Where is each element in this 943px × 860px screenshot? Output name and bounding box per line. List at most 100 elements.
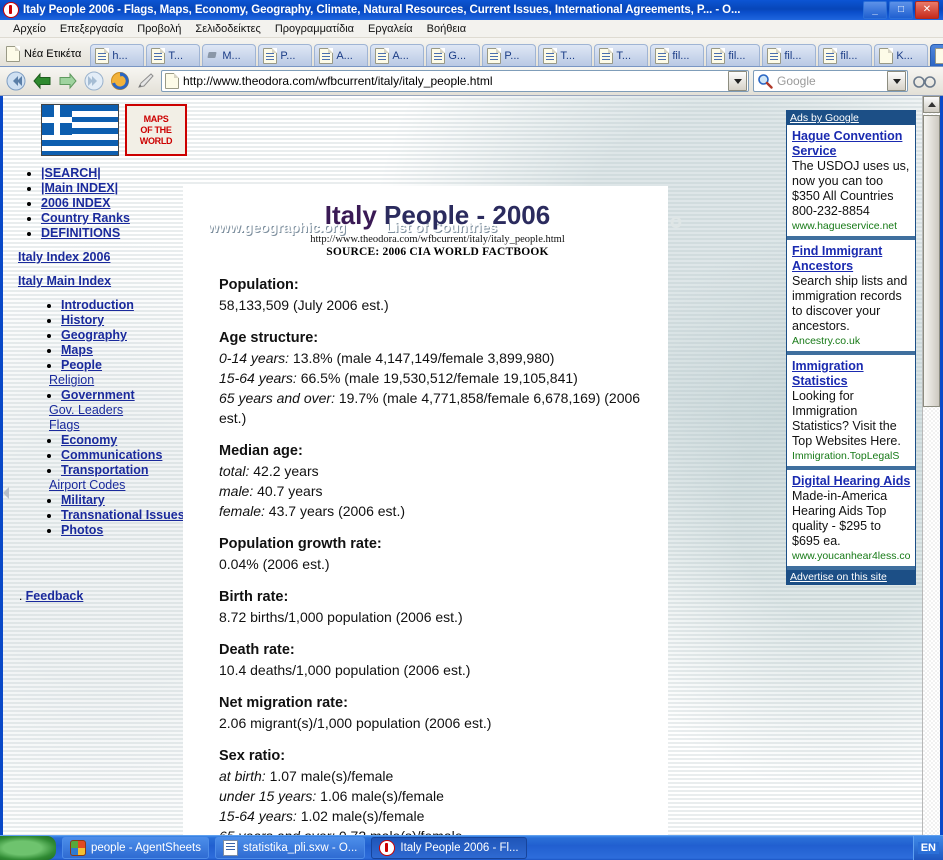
page-title: Italy People - 2006	[219, 200, 656, 231]
sidebar-link-italy-index-2006[interactable]: Italy Index 2006	[18, 250, 110, 264]
fact-population: Population: 58,133,509 (July 2006 est.)	[219, 276, 656, 315]
tab-5[interactable]: A...	[370, 44, 425, 66]
list-item: Gov. Leaders	[49, 403, 198, 417]
sidebar-link-transnational-issues[interactable]: Transnational Issues	[61, 508, 185, 522]
list-item: Communications	[61, 448, 198, 462]
ads-header-label[interactable]: Ads by Google	[790, 112, 859, 124]
tab-6[interactable]: G...	[426, 44, 481, 66]
maximize-button[interactable]: □	[889, 1, 913, 19]
tab-11[interactable]: fil...	[706, 44, 761, 66]
sidebar-link-history[interactable]: History	[61, 313, 104, 327]
fact-subkey: male:	[219, 483, 254, 499]
address-url[interactable]: http://www.theodora.com/wfbcurrent/italy…	[183, 74, 728, 88]
tab-14[interactable]: K...	[874, 44, 929, 66]
minimize-button[interactable]: _	[863, 1, 887, 19]
start-button[interactable]	[0, 836, 56, 860]
tab-2[interactable]: M...	[202, 44, 257, 66]
language-indicator[interactable]: EN	[917, 842, 939, 854]
menu-bookmarks[interactable]: Σελιδοδείκτες	[188, 22, 267, 36]
menu-widgets[interactable]: Προγραμματίδια	[268, 22, 361, 36]
scrollbar-thumb[interactable]	[923, 115, 940, 407]
browser-viewport: www.photius.co www.geographic.org w.theo…	[0, 96, 943, 835]
chevron-down-icon	[892, 78, 901, 84]
sidebar-link-search[interactable]: |SEARCH|	[41, 166, 101, 180]
sidebar-link-country-ranks[interactable]: Country Ranks	[41, 211, 130, 225]
menu-tools[interactable]: Εργαλεία	[361, 22, 420, 36]
reload-button[interactable]	[109, 70, 131, 92]
scroll-up-button[interactable]	[923, 96, 940, 113]
sidebar-link-main-index[interactable]: |Main INDEX|	[41, 181, 118, 195]
taskbar-item-writer[interactable]: statistika_pli.sxw - O...	[214, 837, 366, 859]
sidebar-link-maps[interactable]: Maps	[61, 343, 93, 357]
fact-value: 0-14 years: 13.8% (male 4,147,149/female…	[219, 348, 656, 368]
address-dropdown-button[interactable]	[728, 71, 747, 91]
tab-9[interactable]: T...	[594, 44, 649, 66]
search-dropdown-button[interactable]	[887, 71, 906, 91]
sidebar-link-photos[interactable]: Photos	[61, 523, 103, 537]
ad-body: The USDOJ uses us, now you can too $350 …	[792, 159, 910, 218]
tab-7[interactable]: P...	[482, 44, 537, 66]
sidebar-link-definitions[interactable]: DEFINITIONS	[41, 226, 120, 240]
sidebar-link-people[interactable]: People	[61, 358, 102, 372]
sidebar-link-transportation[interactable]: Transportation	[61, 463, 149, 477]
fact-subkey: under 15 years:	[219, 788, 317, 804]
search-box[interactable]: Google	[753, 70, 908, 92]
page-icon	[487, 47, 502, 64]
maps-of-the-world-logo: MAPS OF THE WORLD	[125, 104, 187, 156]
new-tab-button[interactable]: Νέα Ετικέτα	[2, 42, 89, 66]
page-icon	[151, 47, 166, 64]
tab-13[interactable]: fil...	[818, 44, 873, 66]
ad-title-link[interactable]: Immigration Statistics	[792, 359, 911, 389]
ad-title-link[interactable]: Hague Convention Service	[792, 129, 911, 159]
menu-edit[interactable]: Επεξεργασία	[53, 22, 130, 36]
tab-8[interactable]: T...	[538, 44, 593, 66]
sidebar-splitter-handle[interactable]	[3, 486, 10, 500]
system-tray: EN	[912, 836, 943, 860]
sidebar-link-italy-main-index[interactable]: Italy Main Index	[18, 274, 111, 288]
taskbar-item-opera[interactable]: Italy People 2006 - Fl...	[371, 837, 527, 859]
tab-4[interactable]: A...	[314, 44, 369, 66]
fit-to-width-button[interactable]	[912, 73, 938, 89]
tab-12[interactable]: fil...	[762, 44, 817, 66]
tab-active-italy-people[interactable]: ✕	[930, 44, 943, 66]
tab-3[interactable]: P...	[258, 44, 313, 66]
menu-file[interactable]: Αρχείο	[6, 22, 53, 36]
sidebar-link-flags[interactable]: Flags	[49, 418, 80, 432]
sidebar-link-government[interactable]: Government	[61, 388, 135, 402]
vertical-scrollbar[interactable]	[922, 96, 940, 835]
ad-domain: www.youcanhear4less.co	[792, 550, 911, 562]
greek-flag-icon	[41, 104, 119, 156]
sidebar-link-economy[interactable]: Economy	[61, 433, 117, 447]
close-button[interactable]: ✕	[915, 1, 939, 19]
pencil-button[interactable]	[135, 70, 157, 92]
sidebar-link-communications[interactable]: Communications	[61, 448, 162, 462]
ad-title-link[interactable]: Find Immigrant Ancestors	[792, 244, 911, 274]
tab-label: P...	[504, 49, 520, 62]
sidebar-link-feedback[interactable]: Feedback	[26, 589, 84, 603]
menu-help[interactable]: Βοήθεια	[420, 22, 473, 36]
sidebar-link-gov-leaders[interactable]: Gov. Leaders	[49, 403, 123, 417]
tab-0[interactable]: h...	[90, 44, 145, 66]
advertise-link[interactable]: Advertise on this site	[790, 571, 887, 583]
sidebar-link-introduction[interactable]: Introduction	[61, 298, 134, 312]
window-controls: _ □ ✕	[863, 1, 941, 19]
ad-title-link[interactable]: Digital Hearing Aids	[792, 474, 911, 489]
fast-back-button[interactable]	[5, 70, 27, 92]
search-input[interactable]: Google	[773, 74, 887, 88]
menu-view[interactable]: Προβολή	[130, 22, 188, 36]
back-button[interactable]	[31, 70, 53, 92]
sidebar-link-airport-codes[interactable]: Airport Codes	[49, 478, 125, 492]
tab-1[interactable]: T...	[146, 44, 201, 66]
sidebar-link-2006-index[interactable]: 2006 INDEX	[41, 196, 110, 210]
fast-forward-button[interactable]	[83, 70, 105, 92]
sidebar-link-religion[interactable]: Religion	[49, 373, 94, 387]
sidebar-link-geography[interactable]: Geography	[61, 328, 127, 342]
sidebar-link-military[interactable]: Military	[61, 493, 105, 507]
tab-10[interactable]: fil...	[650, 44, 705, 66]
address-bar[interactable]: http://www.theodora.com/wfbcurrent/italy…	[161, 70, 749, 92]
fact-subvalue: 40.7 years	[253, 483, 323, 499]
taskbar-item-agentsheets[interactable]: people - AgentSheets	[62, 837, 209, 859]
forward-button[interactable]	[57, 70, 79, 92]
list-item: Government	[61, 388, 198, 402]
writer-icon	[222, 840, 238, 856]
